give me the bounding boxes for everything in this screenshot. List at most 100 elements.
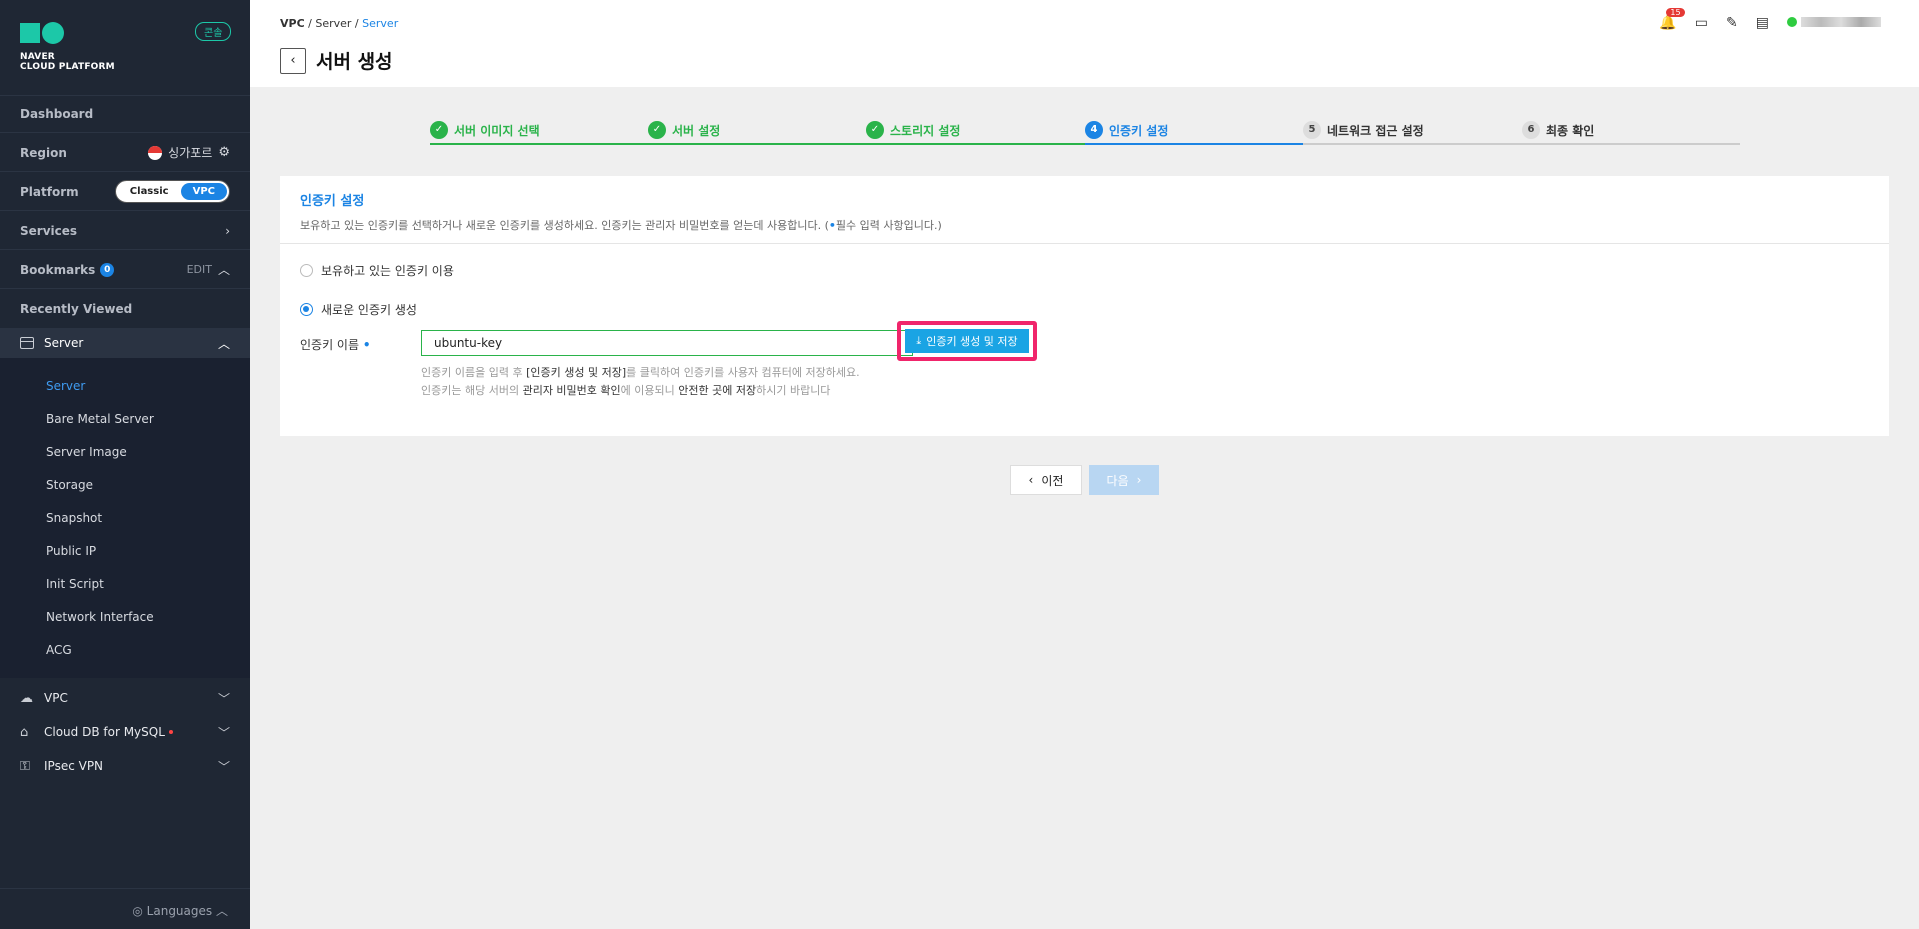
new-indicator-dot <box>168 730 173 734</box>
desc-text-end: 필수 입력 사항입니다.) <box>835 219 942 232</box>
help-emphasis: [인증키 생성 및 저장] <box>526 366 627 379</box>
check-icon: ✓ <box>648 121 666 139</box>
bell-icon: 🔔 <box>1659 15 1677 31</box>
notification-count-badge: 15 <box>1666 8 1685 17</box>
step-label: 서버 이미지 선택 <box>454 123 540 138</box>
chat-icon[interactable]: ▭ <box>1695 15 1708 31</box>
chevron-left-icon: ‹ <box>290 53 296 68</box>
bookmarks-label: Bookmarks <box>20 262 96 277</box>
sidebar-group-vpc[interactable]: ☁ VPC ﹀ <box>0 681 250 715</box>
ipsec-vpn-label: IPsec VPN <box>44 759 104 773</box>
wizard-steps: ✓ 서버 이미지 선택 ✓ 서버 설정 ✓ 스토리지 설정 4 인증키 설정 5 네트워크… <box>430 115 1740 145</box>
auth-key-card: 인증키 설정 보유하고 있는 인증키를 선택하거나 새로운 인증키를 생성하세요… <box>280 176 1889 436</box>
user-status-icon <box>1787 17 1797 27</box>
download-icon: ⤓ <box>916 334 922 347</box>
server-icon <box>20 337 34 349</box>
submenu-acg[interactable]: ACG <box>46 643 72 657</box>
key-name-input[interactable] <box>421 330 913 356</box>
logo-line1: NAVER <box>20 52 55 62</box>
region-label: Region <box>20 145 67 160</box>
help-text: 하시기 바랍니다 <box>756 384 831 397</box>
platform-label: Platform <box>20 184 79 199</box>
book-icon[interactable]: ▤ <box>1756 15 1769 31</box>
chevron-up-icon: ︿ <box>217 336 230 351</box>
help-text: 인증키 이름을 입력 후 <box>421 366 527 379</box>
edit-note-icon[interactable]: ✎ <box>1726 15 1738 31</box>
step-number: 4 <box>1085 121 1103 139</box>
check-icon: ✓ <box>866 121 884 139</box>
help-text: 에 이용되니 <box>620 384 679 397</box>
step-final-check: 6 최종 확인 <box>1522 115 1594 145</box>
step-label: 최종 확인 <box>1546 123 1595 138</box>
page-header: VPC / Server / Server ‹ 서버 생성 🔔 15 ▭ ✎ ▤ <box>250 0 1919 87</box>
step-storage-settings[interactable]: ✓ 스토리지 설정 <box>866 115 960 145</box>
header-icons: 🔔 15 ▭ ✎ ▤ <box>1659 8 1881 31</box>
logo-line2: CLOUD PLATFORM <box>20 62 115 72</box>
gear-icon[interactable]: ⚙ <box>218 145 230 160</box>
radio-existing-key[interactable]: 보유하고 있는 인증키 이용 <box>300 262 454 279</box>
sidebar-services[interactable]: Services › <box>0 212 250 250</box>
key-name-label: 인증키 이름 • <box>300 336 371 353</box>
help-text: 를 클릭하여 인증키를 사용자 컴퓨터에 저장하세요. <box>626 366 860 379</box>
page-title: 서버 생성 <box>316 51 393 73</box>
naver-cloud-logo[interactable]: NAVER CLOUD PLATFORM <box>20 22 115 72</box>
breadcrumb-server[interactable]: Server <box>315 17 351 30</box>
region-value: 싱가포르 <box>168 146 213 160</box>
sidebar-bookmarks[interactable]: Bookmarks 0 EDIT ︿ <box>0 251 250 289</box>
bookmarks-edit-button[interactable]: EDIT <box>187 263 212 276</box>
back-button[interactable]: ‹ <box>280 48 306 74</box>
submenu-init-script[interactable]: Init Script <box>46 577 104 591</box>
sidebar-server-group[interactable]: Server ︿ <box>0 328 250 358</box>
desc-text: 보유하고 있는 인증키를 선택하거나 새로운 인증키를 생성하세요. 인증키는 … <box>300 219 829 232</box>
sidebar-group-ipsec-vpn[interactable]: ⚿ IPsec VPN ﹀ <box>0 749 250 783</box>
radio-button-selected[interactable] <box>300 303 313 316</box>
step-auth-key[interactable]: 4 인증키 설정 <box>1085 115 1168 145</box>
submenu-public-ip[interactable]: Public IP <box>46 544 96 558</box>
step-server-settings[interactable]: ✓ 서버 설정 <box>648 115 720 145</box>
sidebar: NAVER CLOUD PLATFORM 콘솔 Dashboard Region … <box>0 0 250 929</box>
card-header: 인증키 설정 보유하고 있는 인증키를 선택하거나 새로운 인증키를 생성하세요… <box>280 176 1889 244</box>
submenu-bare-metal-server[interactable]: Bare Metal Server <box>46 412 154 426</box>
submenu-snapshot[interactable]: Snapshot <box>46 511 102 525</box>
next-button[interactable]: 다음 › <box>1089 465 1159 495</box>
user-menu[interactable] <box>1787 15 1881 31</box>
breadcrumb-vpc[interactable]: VPC <box>280 17 305 30</box>
globe-icon: ◎ <box>132 904 143 918</box>
sidebar-group-cloud-db-mysql[interactable]: ⌂ Cloud DB for MySQL ﹀ <box>0 715 250 749</box>
help-text: 인증키는 해당 서버의 <box>421 384 523 397</box>
submenu-storage[interactable]: Storage <box>46 478 93 492</box>
required-dot-icon: • <box>362 338 371 352</box>
dashboard-label: Dashboard <box>20 107 94 121</box>
chevron-up-icon[interactable]: ︿ <box>218 261 230 278</box>
sidebar-recently-viewed: Recently Viewed <box>0 290 250 328</box>
step-number: 5 <box>1303 121 1321 139</box>
key-help-text: 인증키 이름을 입력 후 [인증키 생성 및 저장]를 클릭하여 인증키를 사용… <box>421 364 860 400</box>
platform-toggle[interactable]: Classic VPC <box>114 180 230 203</box>
radio-new-key[interactable]: 새로운 인증키 생성 <box>300 301 417 318</box>
help-emphasis: 관리자 비밀번호 확인 <box>522 384 621 397</box>
radio-existing-label: 보유하고 있는 인증키 이용 <box>321 264 454 278</box>
chevron-down-icon: ﹀ <box>217 691 230 706</box>
submenu-network-interface[interactable]: Network Interface <box>46 610 154 624</box>
step-server-image[interactable]: ✓ 서버 이미지 선택 <box>430 115 540 145</box>
database-icon: ⌂ <box>20 724 29 740</box>
key-name-label-text: 인증키 이름 <box>300 338 360 352</box>
submenu-server[interactable]: Server <box>46 379 85 393</box>
notification-button[interactable]: 🔔 15 <box>1659 8 1685 31</box>
radio-button[interactable] <box>300 264 313 277</box>
recently-viewed-label: Recently Viewed <box>20 302 133 316</box>
languages-label: Languages <box>146 904 213 918</box>
previous-button[interactable]: ‹ 이전 <box>1010 465 1082 495</box>
platform-vpc[interactable]: VPC <box>180 183 227 200</box>
sidebar-dashboard[interactable]: Dashboard <box>0 95 250 133</box>
services-label: Services <box>20 223 78 238</box>
platform-classic[interactable]: Classic <box>118 183 181 200</box>
chevron-right-icon: › <box>1136 473 1142 487</box>
languages-selector[interactable]: ◎ Languages ︿ <box>0 888 250 919</box>
card-description: 보유하고 있는 인증키를 선택하거나 새로운 인증키를 생성하세요. 인증키는 … <box>300 217 1869 233</box>
console-badge[interactable]: 콘솔 <box>195 22 232 41</box>
sidebar-region[interactable]: Region 싱가포르 ⚙ <box>0 134 250 172</box>
create-and-save-key-button[interactable]: ⤓ 인증키 생성 및 저장 <box>905 329 1029 353</box>
submenu-server-image[interactable]: Server Image <box>46 445 127 459</box>
singapore-flag-icon <box>148 145 163 160</box>
